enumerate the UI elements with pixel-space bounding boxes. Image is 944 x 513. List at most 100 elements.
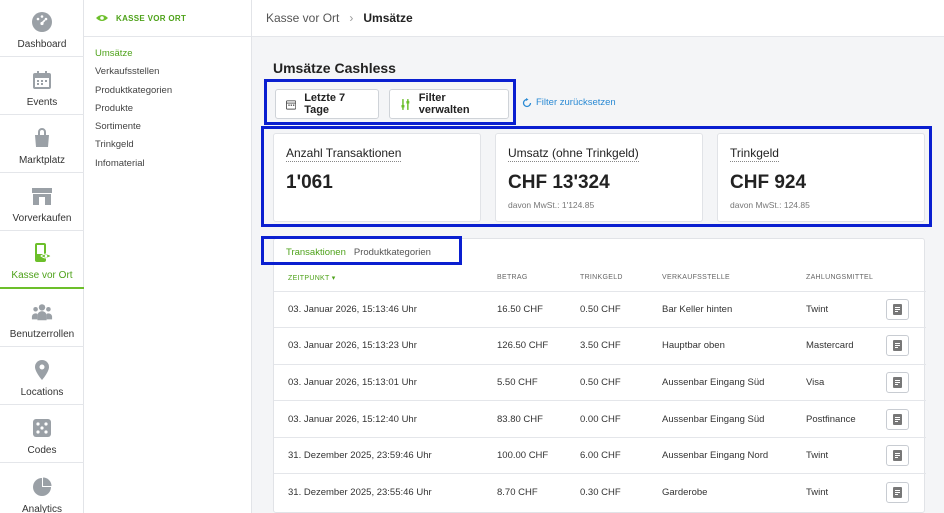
column-header-verkaufsstelle: VERKAUFSSTELLE xyxy=(662,274,730,282)
subnav-item-sortimente[interactable]: Sortimente xyxy=(95,118,251,136)
receipt-icon xyxy=(893,413,902,425)
pie-chart-icon xyxy=(31,476,53,498)
rail-item-marktplatz[interactable]: Marktplatz xyxy=(0,116,84,173)
rail-item-dashboard[interactable]: Dashboard xyxy=(0,0,84,57)
reset-icon xyxy=(522,97,532,107)
rail-item-codes[interactable]: Codes xyxy=(0,406,84,463)
subnav-title: KASSE VOR ORT xyxy=(116,13,187,23)
cell-sales-point: Hauptbar oben xyxy=(662,327,806,365)
subnav-item-umsaetze[interactable]: Umsätze xyxy=(95,45,251,63)
cell-tip: 0.00 CHF xyxy=(580,400,662,438)
transactions-panel: Transaktionen Produktkategorien ZEITPUNK… xyxy=(273,238,926,513)
rail-label: Dashboard xyxy=(17,39,67,50)
receipt-button[interactable] xyxy=(886,371,909,393)
reset-filters-link[interactable]: Filter zurücksetzen xyxy=(522,97,616,108)
cell-amount: 83.80 CHF xyxy=(497,400,580,438)
cell-sales-point: Bar Keller hinten xyxy=(662,290,806,328)
column-header-betrag: BETRAG xyxy=(497,274,528,282)
table-row: 03. Januar 2026, 15:12:40 Uhr 83.80 CHF … xyxy=(274,400,926,438)
cash-register-icon xyxy=(31,242,53,264)
cell-tip: 0.50 CHF xyxy=(580,290,662,328)
highlight-box-tabs xyxy=(261,236,462,265)
cell-tip: 0.50 CHF xyxy=(580,363,662,401)
subnav-item-trinkgeld[interactable]: Trinkgeld xyxy=(95,136,251,154)
rail-item-kasse-vor-ort[interactable]: Kasse vor Ort xyxy=(0,232,84,289)
cell-tip: 6.00 CHF xyxy=(580,436,662,474)
rail-label: Events xyxy=(26,97,58,108)
storefront-icon xyxy=(31,185,53,207)
rail-item-vorverkaufen[interactable]: Vorverkaufen xyxy=(0,174,84,231)
location-pin-icon xyxy=(31,359,53,381)
receipt-button[interactable] xyxy=(886,482,909,504)
highlight-box-kpis xyxy=(261,126,932,227)
subnav-item-infomaterial[interactable]: Infomaterial xyxy=(95,155,251,173)
rail-label: Analytics xyxy=(21,504,62,513)
column-header-actions xyxy=(886,265,926,291)
reset-filters-label: Filter zurücksetzen xyxy=(536,97,616,108)
cell-sales-point: Aussenbar Eingang Süd xyxy=(662,400,806,438)
rail-label: Locations xyxy=(20,387,64,398)
users-icon xyxy=(31,301,53,323)
main-navigation-rail: Dashboard Events Marktplatz Vorverkaufen… xyxy=(0,0,84,513)
receipt-icon xyxy=(893,487,902,499)
subnav-item-produktkategorien[interactable]: Produktkategorien xyxy=(95,82,251,100)
cell-sales-point: Aussenbar Eingang Süd xyxy=(662,363,806,401)
dice-icon xyxy=(31,417,53,439)
receipt-button[interactable] xyxy=(886,445,909,467)
cell-sales-point: Garderobe xyxy=(662,473,806,511)
subnav-item-verkaufsstellen[interactable]: Verkaufsstellen xyxy=(95,63,251,81)
cell-timestamp: 03. Januar 2026, 15:13:01 Uhr xyxy=(274,363,497,401)
receipt-icon xyxy=(893,376,902,388)
cell-timestamp: 31. Dezember 2025, 23:59:46 Uhr xyxy=(274,436,497,474)
cell-timestamp: 03. Januar 2026, 15:13:23 Uhr xyxy=(274,327,497,365)
receipt-icon xyxy=(893,450,902,462)
sort-desc-icon: ▾ xyxy=(331,274,336,282)
rail-item-analytics[interactable]: Analytics xyxy=(0,464,84,513)
cell-tip: 3.50 CHF xyxy=(580,327,662,365)
breadcrumb-current: Umsätze xyxy=(363,11,413,25)
column-header-zeitpunkt[interactable]: ZEITPUNKT ▾ xyxy=(274,265,497,291)
transactions-table: ZEITPUNKT ▾ BETRAG TRINKGELD VERKAUFSSTE… xyxy=(274,265,926,511)
cell-tip: 0.30 CHF xyxy=(580,473,662,511)
cell-payment-method: Twint xyxy=(806,436,886,474)
receipt-button[interactable] xyxy=(886,335,909,357)
receipt-button[interactable] xyxy=(886,298,909,320)
cell-sales-point: Aussenbar Eingang Nord xyxy=(662,436,806,474)
receipt-icon xyxy=(893,340,902,352)
dashboard-gauge-icon xyxy=(31,11,53,33)
receipt-icon xyxy=(893,303,902,315)
cell-amount: 5.50 CHF xyxy=(497,363,580,401)
subnav-item-produkte[interactable]: Produkte xyxy=(95,100,251,118)
cell-amount: 100.00 CHF xyxy=(497,436,580,474)
cell-amount: 16.50 CHF xyxy=(497,290,580,328)
table-row: 03. Januar 2026, 15:13:46 Uhr 16.50 CHF … xyxy=(274,290,926,328)
cell-payment-method: Postfinance xyxy=(806,400,886,438)
cell-payment-method: Visa xyxy=(806,363,886,401)
highlight-box-filters xyxy=(264,79,516,125)
subnav-header: KASSE VOR ORT xyxy=(84,0,251,37)
rail-label: Codes xyxy=(27,445,57,456)
receipt-button[interactable] xyxy=(886,408,909,430)
cell-payment-method: Twint xyxy=(806,290,886,328)
table-row: 03. Januar 2026, 15:13:01 Uhr 5.50 CHF 0… xyxy=(274,363,926,401)
page-title: Umsätze Cashless xyxy=(273,60,396,76)
cell-timestamp: 03. Januar 2026, 15:12:40 Uhr xyxy=(274,400,497,438)
rail-label: Marktplatz xyxy=(18,155,66,166)
rail-label: Vorverkaufen xyxy=(12,213,72,224)
rail-item-locations[interactable]: Locations xyxy=(0,348,84,405)
cell-amount: 8.70 CHF xyxy=(497,473,580,511)
rail-item-events[interactable]: Events xyxy=(0,58,84,115)
breadcrumb-parent[interactable]: Kasse vor Ort xyxy=(266,11,339,25)
column-header-trinkgeld: TRINKGELD xyxy=(580,274,623,282)
rail-item-benutzerrollen[interactable]: Benutzerrollen xyxy=(0,290,84,347)
cell-amount: 126.50 CHF xyxy=(497,327,580,365)
breadcrumb: Kasse vor Ort › Umsätze xyxy=(252,0,944,37)
cell-timestamp: 31. Dezember 2025, 23:55:46 Uhr xyxy=(274,473,497,511)
eye-icon xyxy=(96,15,108,21)
table-row: 31. Dezember 2025, 23:59:46 Uhr 100.00 C… xyxy=(274,436,926,474)
cell-timestamp: 03. Januar 2026, 15:13:46 Uhr xyxy=(274,290,497,328)
shopping-bag-icon xyxy=(31,127,53,149)
rail-label: Benutzerrollen xyxy=(9,329,75,340)
calendar-icon xyxy=(31,69,53,91)
cell-payment-method: Mastercard xyxy=(806,327,886,365)
